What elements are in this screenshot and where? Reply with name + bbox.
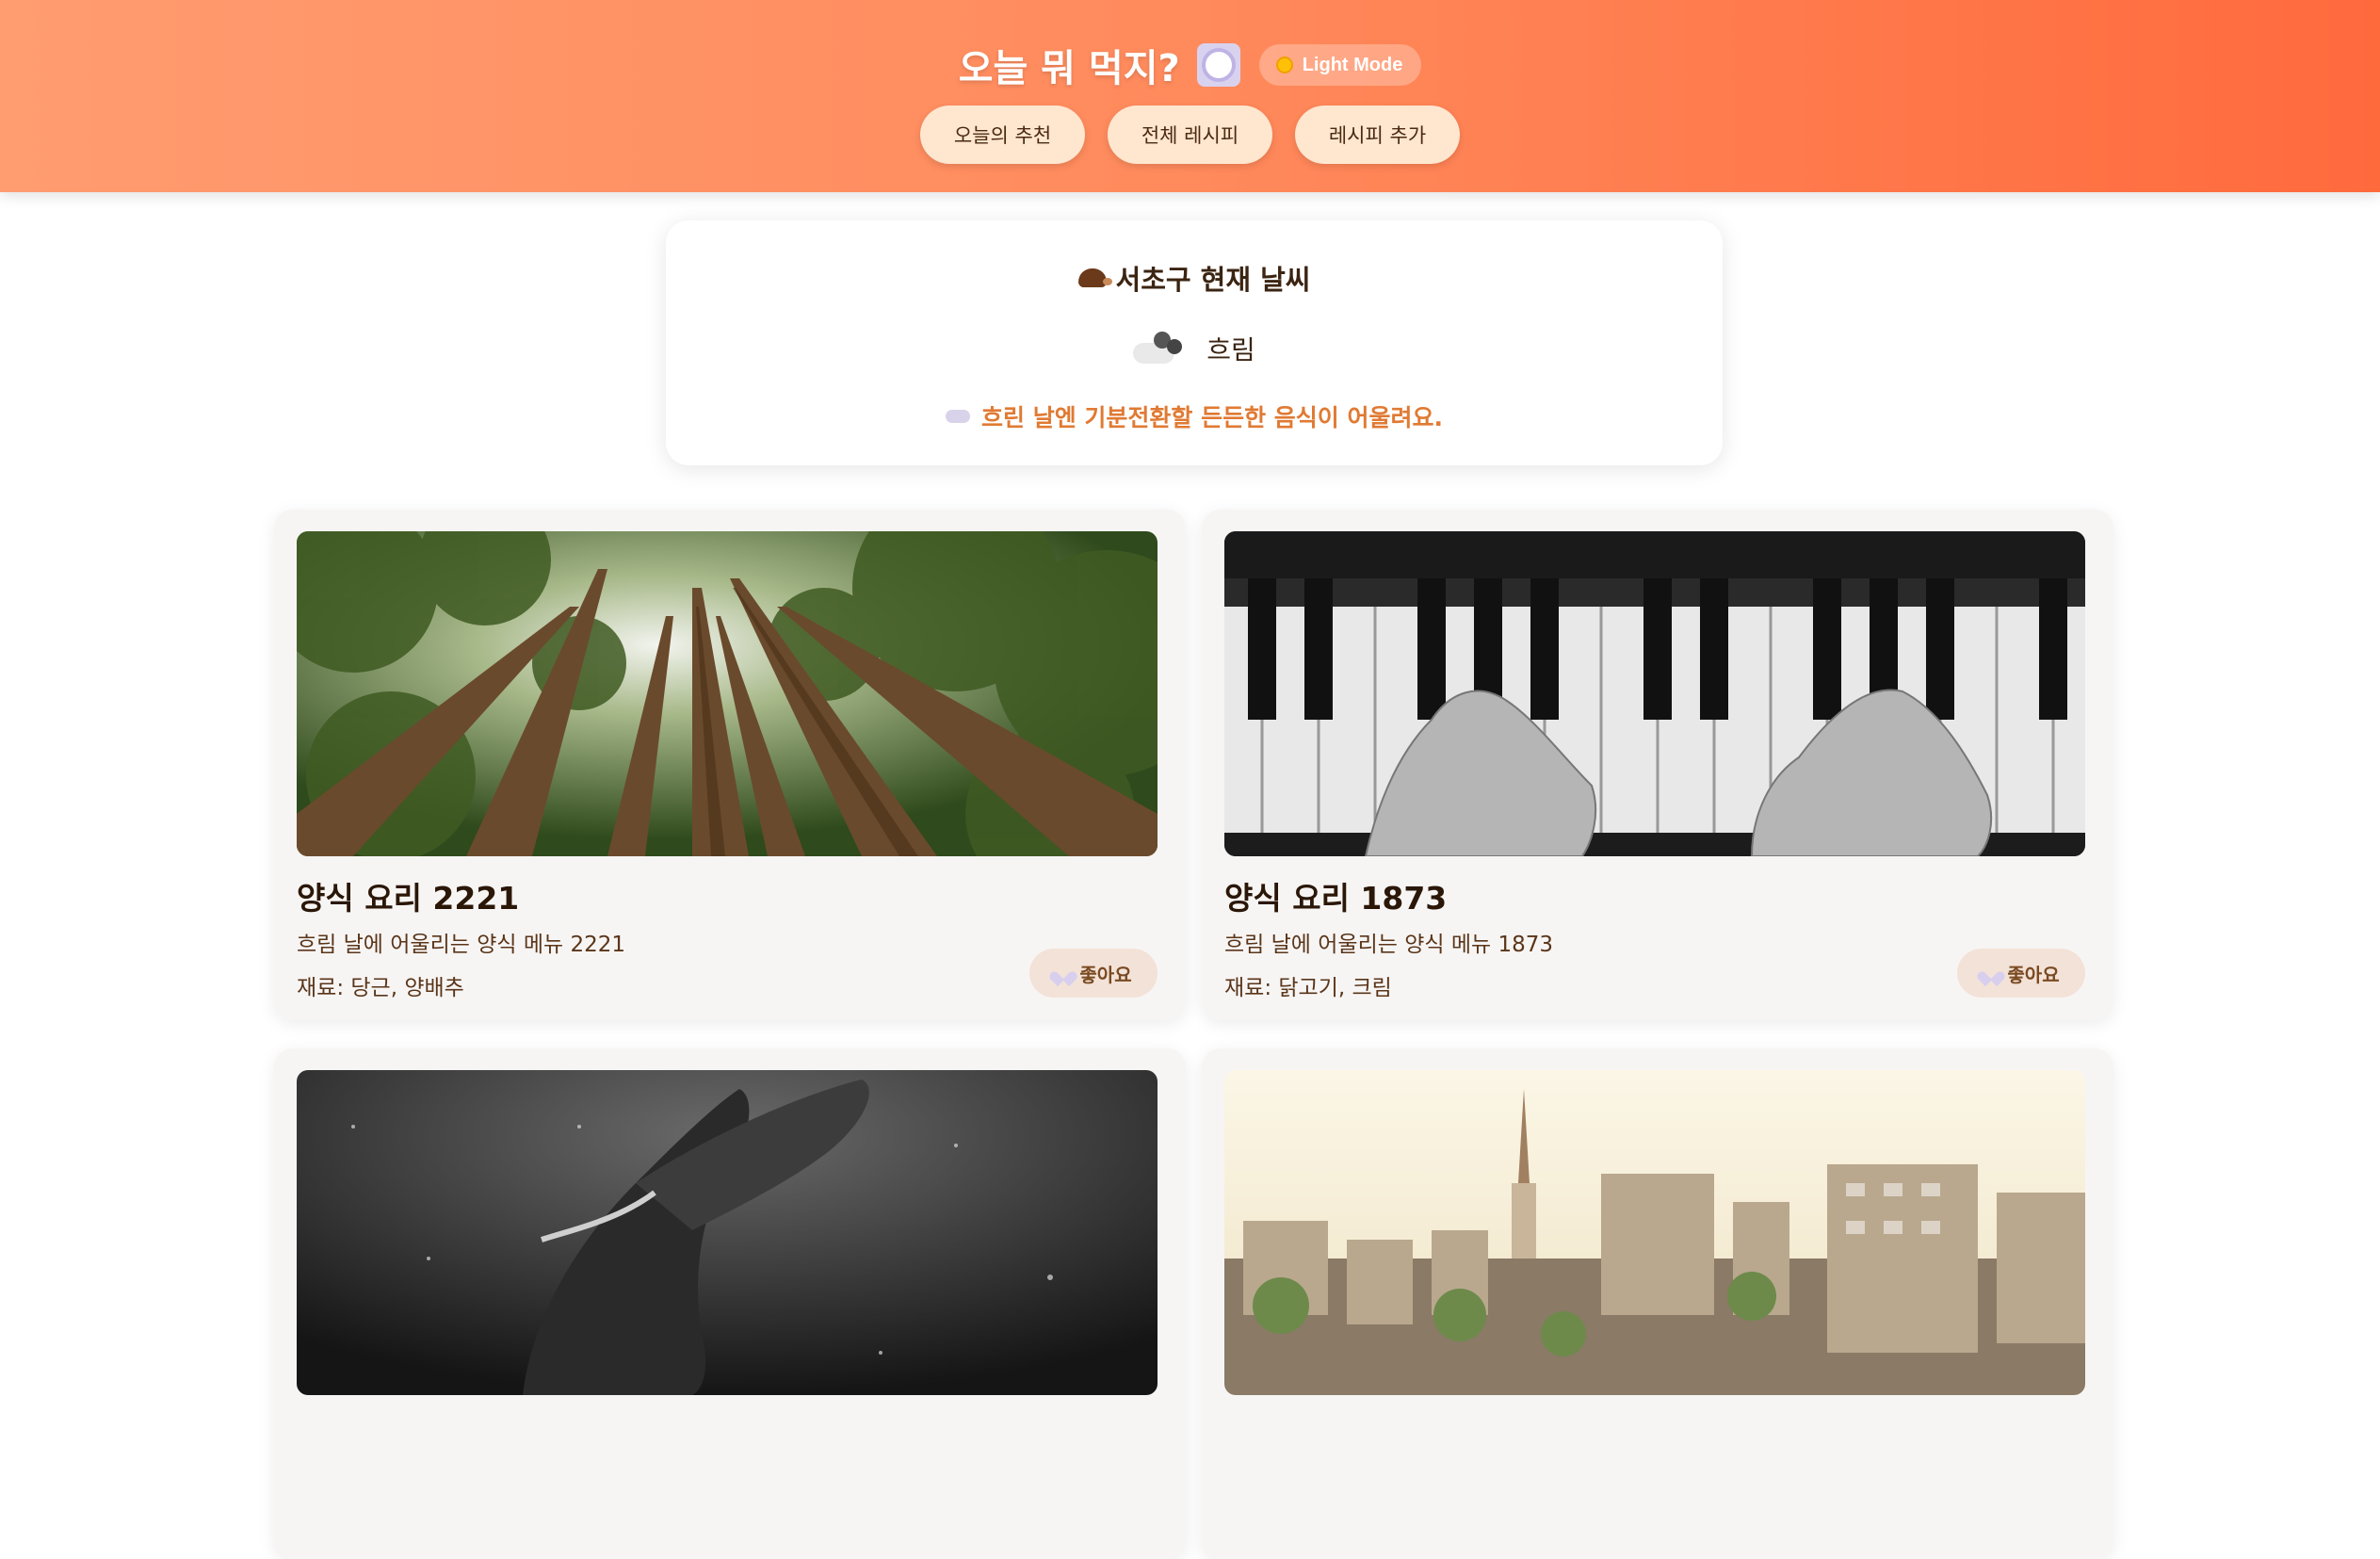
recipe-ingredients: 재료: 닭고기, 크림 <box>1224 976 1392 1000</box>
weather-message: 흐린 날엔 기분전환할 든든한 음식이 어울려요. <box>666 399 1723 433</box>
weather-status-text: 흐림 <box>1206 334 1255 365</box>
main-nav: 오늘의 추천 전체 레시피 레시피 추가 <box>0 106 2380 164</box>
plate-icon <box>1196 43 1240 87</box>
weather-status: 흐림 <box>666 330 1723 367</box>
recipe-title: 양식 요리 2221 <box>297 880 520 917</box>
forest-canopy-photo <box>297 531 1158 856</box>
city-church-photo <box>1224 1070 2085 1395</box>
nav-all-recipes-button[interactable]: 전체 레시피 <box>1108 106 1272 164</box>
nav-add-recipe-button[interactable]: 레시피 추가 <box>1295 106 1460 164</box>
weather-title: 서초구 현재 날씨 <box>666 258 1723 298</box>
theme-toggle-button[interactable]: Light Mode <box>1258 44 1422 86</box>
theme-toggle-label: Light Mode <box>1302 54 1403 75</box>
underwater-person-photo <box>297 1070 1158 1395</box>
hedgehog-icon <box>1077 268 1112 287</box>
recipe-grid: 양식 요리 2221 흐림 날에 어울리는 양식 메뉴 2221 재료: 당근,… <box>274 510 2113 1559</box>
like-label: 좋아요 <box>2007 963 2060 986</box>
cloud-icon <box>945 410 970 423</box>
weather-card: 서초구 현재 날씨 흐림 흐린 날엔 기분전환할 든든한 음식이 어울려요. <box>666 220 1723 465</box>
recipe-card[interactable] <box>1202 1048 2113 1559</box>
like-label: 좋아요 <box>1079 963 1132 986</box>
nav-today-recommend-button[interactable]: 오늘의 추천 <box>920 106 1085 164</box>
recipe-description: 흐림 날에 어울리는 양식 메뉴 2221 <box>297 933 626 957</box>
title-row: 오늘 뭐 먹지? Light Mode <box>0 38 2380 92</box>
heart-icon <box>1983 966 2000 981</box>
recipe-ingredients: 재료: 당근, 양배추 <box>297 976 464 1000</box>
weather-title-text: 서초구 현재 날씨 <box>1115 264 1311 296</box>
recipe-card[interactable]: 양식 요리 1873 흐림 날에 어울리는 양식 메뉴 1873 재료: 닭고기… <box>1202 510 2113 1020</box>
recipe-card[interactable] <box>274 1048 1186 1559</box>
app-header: 오늘 뭐 먹지? Light Mode 오늘의 추천 전체 레시피 레시피 추가 <box>0 0 2380 192</box>
sun-icon <box>1275 57 1293 73</box>
piano-hands-photo <box>1224 531 2085 856</box>
recipe-description: 흐림 날에 어울리는 양식 메뉴 1873 <box>1224 933 1554 957</box>
like-button[interactable]: 좋아요 <box>1957 949 2085 998</box>
cloud-icon <box>1133 332 1186 365</box>
like-button[interactable]: 좋아요 <box>1029 949 1158 998</box>
recipe-card[interactable]: 양식 요리 2221 흐림 날에 어울리는 양식 메뉴 2221 재료: 당근,… <box>274 510 1186 1020</box>
weather-message-text: 흐린 날엔 기분전환할 든든한 음식이 어울려요. <box>980 404 1444 431</box>
heart-icon <box>1055 966 1072 981</box>
recipe-title: 양식 요리 1873 <box>1224 880 1448 917</box>
app-title: 오늘 뭐 먹지? <box>958 47 1180 90</box>
